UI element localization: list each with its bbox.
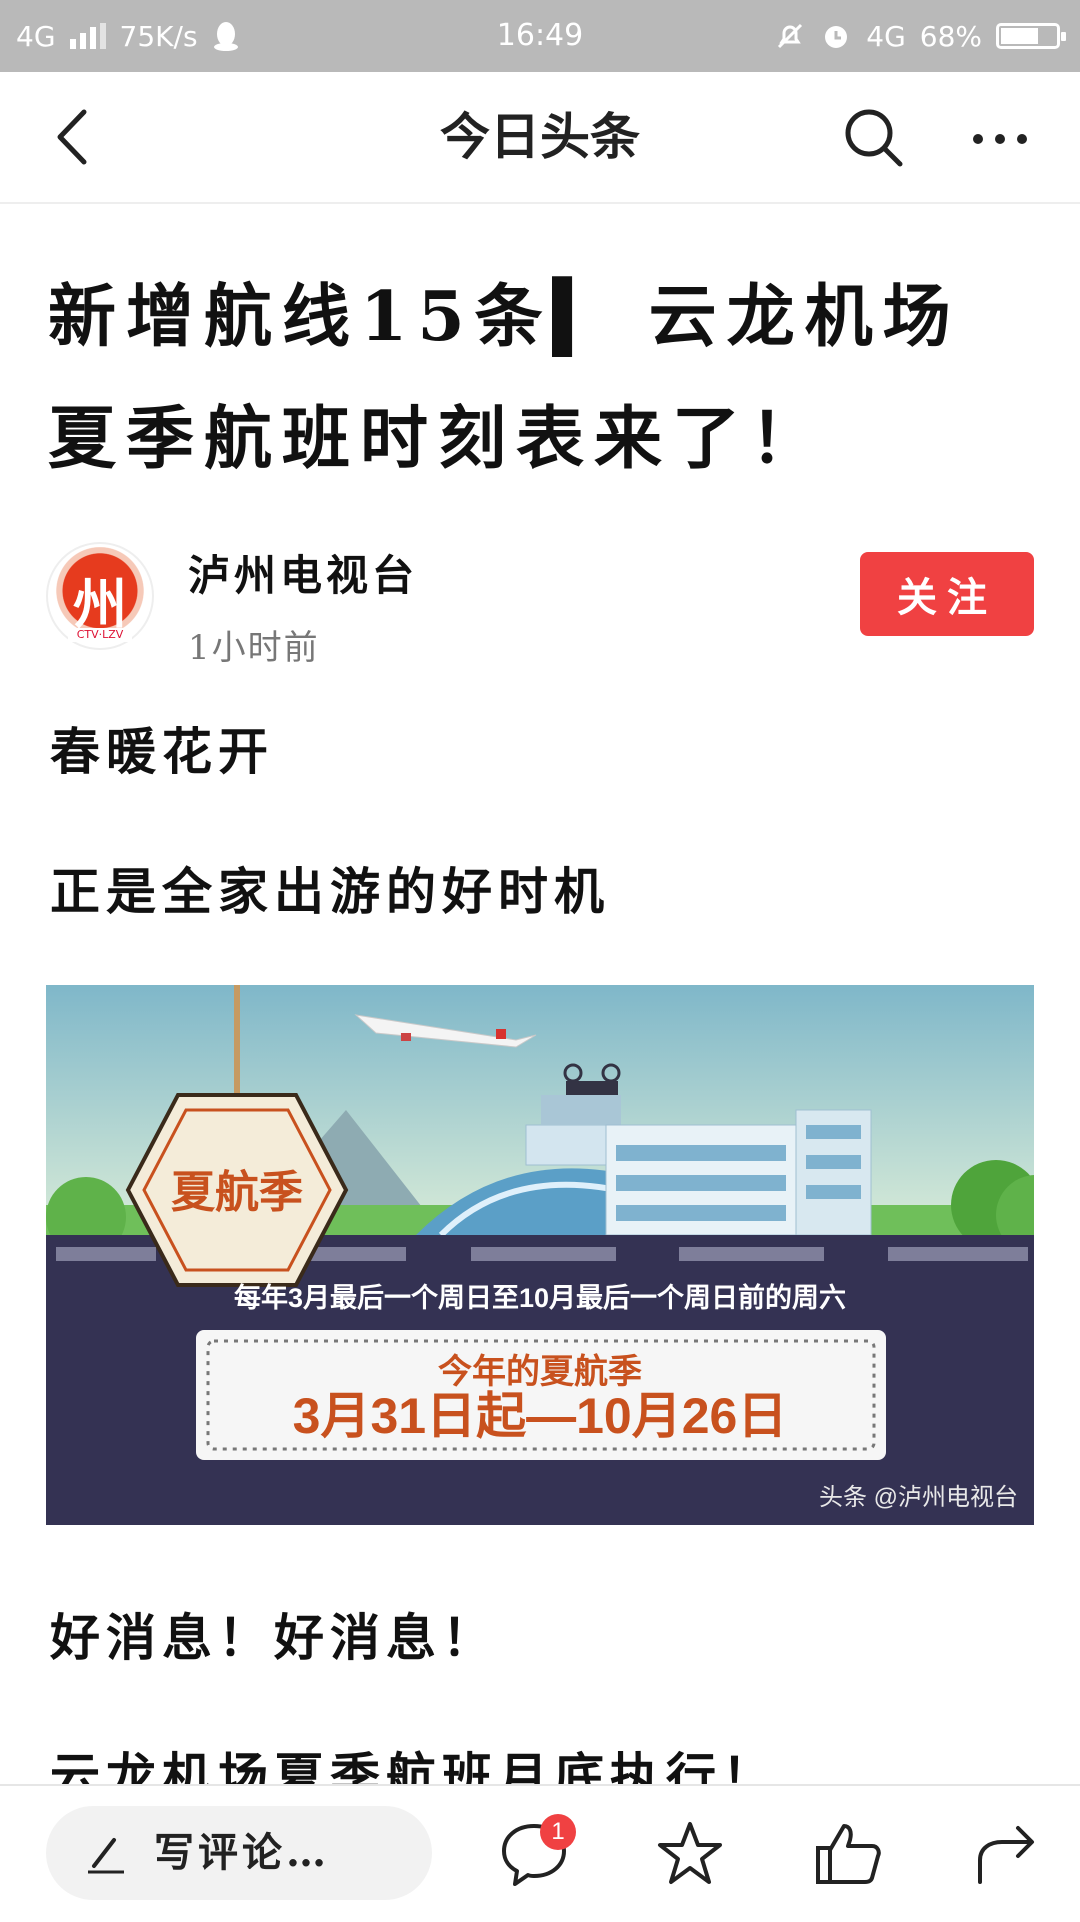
author-name[interactable]: 泸州电视台 [188, 542, 418, 603]
battery-icon [996, 23, 1066, 49]
article-title-line-2: 夏季航班时刻表来了！ [48, 399, 829, 479]
article-paragraph: 好消息！好消息！ [50, 1608, 498, 1667]
search-icon[interactable] [838, 102, 908, 172]
network-type-right: 4G [866, 19, 906, 53]
season-rule-text: 每年3月最后一个周日至10月最后一个周日前的周六 [234, 1282, 846, 1313]
share-icon[interactable] [968, 1816, 1044, 1892]
battery-percent: 68% [919, 19, 982, 53]
like-thumb-icon[interactable] [810, 1816, 886, 1892]
battery-level [1001, 28, 1038, 44]
pen-icon [88, 1838, 124, 1874]
season-box-title: 今年的夏航季 [438, 1352, 642, 1391]
article-title-line-1: 新增航线15条▍ 云龙机场 [48, 277, 961, 357]
comment-count-badge: 1 [540, 1814, 576, 1850]
article-image[interactable]: 夏航季 每年3月最后一个周日至10月最后一个周日前的周六 今年的夏航季 3月31… [46, 985, 1034, 1525]
more-icon[interactable] [960, 102, 1040, 172]
status-bar: 4G 75K/s 16:49 4G 68% [0, 0, 1080, 72]
follow-button[interactable]: 关注 [860, 552, 1034, 636]
image-watermark: 头条 @泸州电视台 [819, 1484, 1018, 1511]
comment-placeholder: 写评论… [154, 1829, 330, 1876]
season-dates: 3月31日起—10月26日 [293, 1388, 788, 1444]
page-title: 今日头条 [440, 108, 640, 166]
airport-illustration: 夏航季 每年3月最后一个周日至10月最后一个周日前的周六 今年的夏航季 3月31… [46, 985, 1034, 1525]
nav-bar: 今日头条 [0, 72, 1080, 204]
article-paragraph: 正是全家出游的好时机 [50, 862, 610, 921]
status-right: 4G 68% [774, 14, 1066, 58]
author-avatar[interactable]: 州 CTV·LZV [46, 542, 154, 650]
badge-text: 夏航季 [171, 1168, 303, 1217]
avatar-logo-tag: CTV·LZV [68, 628, 132, 642]
write-comment-input[interactable]: 写评论… [46, 1806, 432, 1900]
bottom-action-bar: 写评论… 1 [0, 1784, 1080, 1922]
publish-time: 1小时前 [188, 628, 320, 668]
alarm-icon [825, 26, 848, 48]
mute-bell-icon [778, 23, 803, 49]
back-arrow-icon[interactable] [40, 102, 110, 172]
article-paragraph: 春暖花开 [50, 722, 274, 781]
favorite-star-icon[interactable] [652, 1816, 728, 1892]
article-title: 新增航线15条▍ 云龙机场 夏季航班时刻表来了！ [48, 256, 1028, 500]
